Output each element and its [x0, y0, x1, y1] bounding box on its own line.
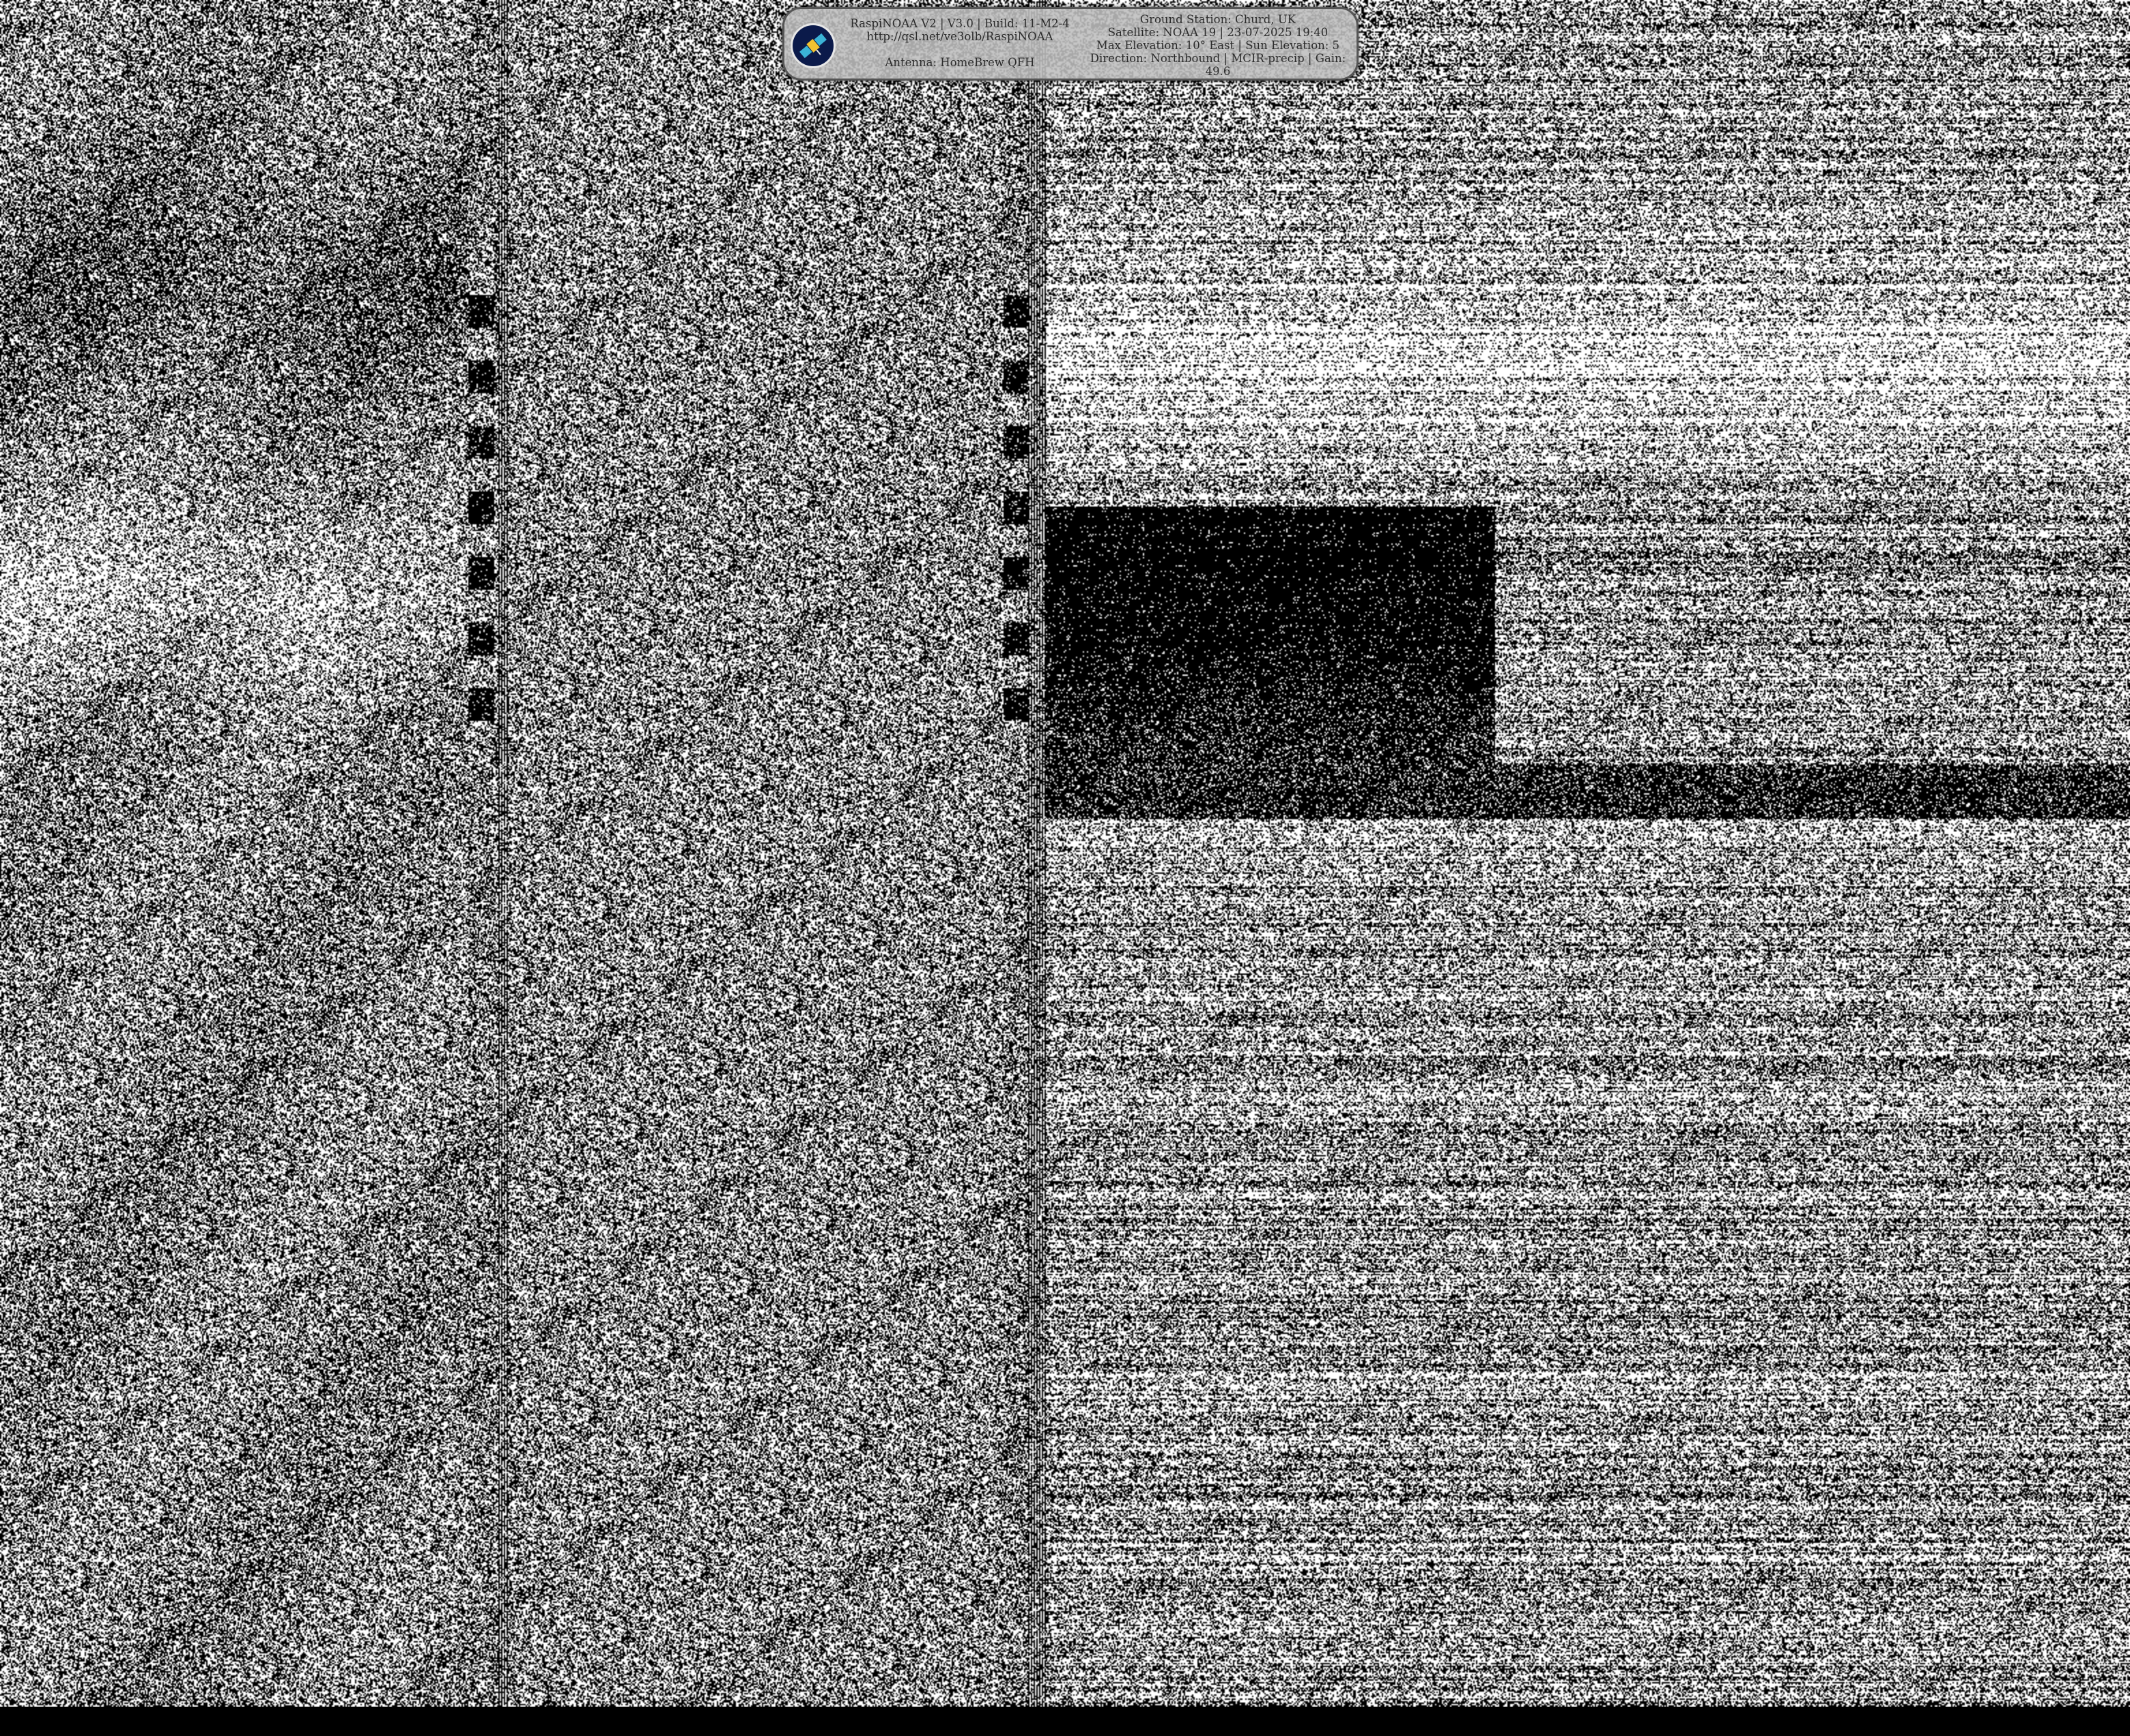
project-url[interactable]: http://qsl.net/ve3olb/RaspiNOAA	[844, 30, 1075, 43]
software-version: RaspiNOAA V2 | V3.0 | Build: 11-M2-4	[850, 17, 1070, 30]
pass-info-panel: RaspiNOAA V2 | V3.0 | Build: 11-M2-4 htt…	[782, 7, 1359, 81]
satellite-pass: Satellite: NOAA 19 | 23-07-2025 19:40	[1107, 26, 1329, 39]
antenna-info: Antenna: HomeBrew QFH	[885, 56, 1035, 69]
direction-info: Direction: Northbound | MCIR-precip | Ga…	[1090, 52, 1346, 78]
elevation-info: Max Elevation: 10° East | Sun Elevation:…	[1096, 39, 1340, 52]
satellite-logo-icon	[791, 23, 836, 68]
apt-satellite-image	[0, 0, 2130, 1707]
ground-station: Ground Station: Churd, UK	[1139, 13, 1296, 26]
bottom-bar	[0, 1707, 2130, 1736]
